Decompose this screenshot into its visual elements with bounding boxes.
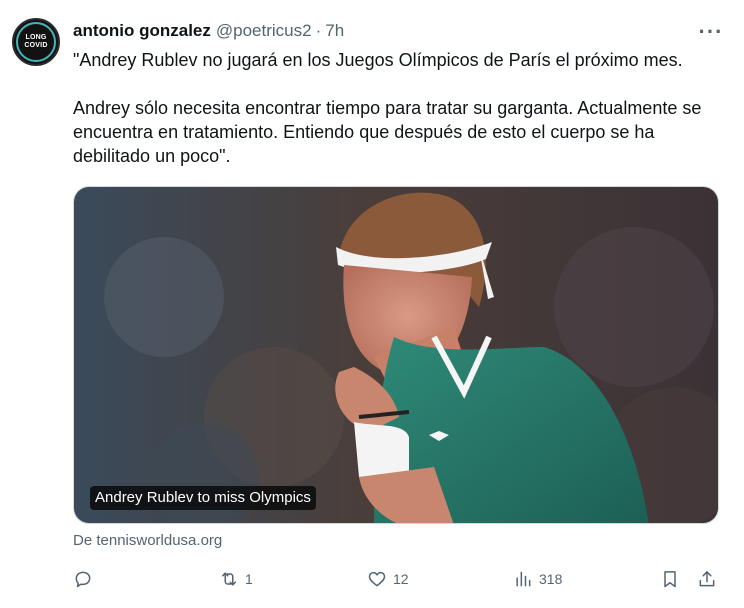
- more-options-icon[interactable]: ···: [696, 18, 726, 46]
- separator: ·: [315, 21, 322, 40]
- avatar-text-line2: COVID: [24, 42, 48, 49]
- tweet-paragraph-2: Andrey sólo necesita encontrar tiempo pa…: [73, 98, 702, 166]
- card-title[interactable]: Andrey Rublev to miss Olympics: [90, 486, 316, 510]
- author-handle[interactable]: @poetricus2: [216, 21, 312, 41]
- views-button[interactable]: 318: [513, 564, 562, 594]
- share-button[interactable]: [697, 564, 717, 594]
- avatar-text-line1: LONG: [25, 34, 47, 41]
- avatar-logo: LONG COVID: [16, 22, 56, 62]
- like-count: 12: [393, 571, 409, 587]
- tweet-paragraph-1: "Andrey Rublev no jugará en los Juegos O…: [73, 50, 683, 70]
- tweet-text: "Andrey Rublev no jugará en los Juegos O…: [73, 48, 723, 168]
- timestamp[interactable]: 7h: [325, 21, 344, 41]
- views-chart-icon: [516, 571, 531, 587]
- views-count: 318: [539, 571, 563, 587]
- reply-button[interactable]: [73, 564, 99, 594]
- share-icon: [699, 571, 715, 587]
- reply-icon: [75, 571, 91, 588]
- card-image: [74, 187, 718, 523]
- like-button[interactable]: 12: [367, 564, 409, 594]
- bookmark-icon: [664, 571, 676, 588]
- tweet-header: antonio gonzalez @poetricus2 · 7h: [73, 20, 344, 42]
- avatar[interactable]: LONG COVID: [12, 18, 60, 66]
- retweet-button[interactable]: 1: [219, 564, 253, 594]
- action-bar: 1 12 318: [73, 564, 723, 594]
- author-name[interactable]: antonio gonzalez: [73, 21, 211, 41]
- card-source[interactable]: De tennisworldusa.org: [73, 532, 222, 549]
- link-card[interactable]: Andrey Rublev to miss Olympics: [73, 186, 719, 524]
- retweet-count: 1: [245, 571, 253, 587]
- retweet-icon: [222, 572, 236, 586]
- tweet[interactable]: LONG COVID antonio gonzalez @poetricus2 …: [0, 0, 744, 608]
- heart-icon: [368, 571, 386, 587]
- bookmark-button[interactable]: [660, 564, 680, 594]
